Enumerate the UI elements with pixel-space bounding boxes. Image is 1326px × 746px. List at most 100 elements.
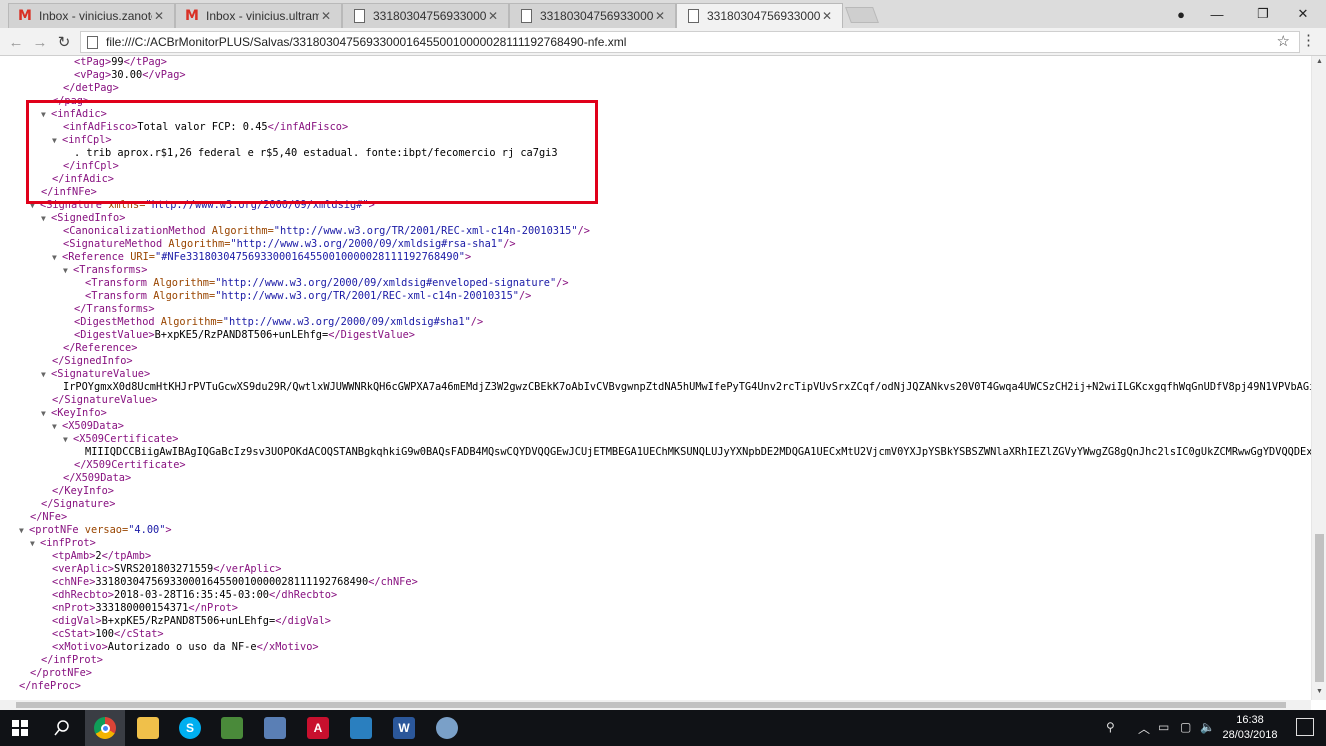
tab-gmail-zanotello[interactable]: M Inbox - vinicius.zanotello ✕ xyxy=(8,3,175,28)
collapse-triangle-icon[interactable]: ▼ xyxy=(41,212,51,225)
scroll-thumb[interactable] xyxy=(16,702,1286,708)
close-icon[interactable]: ✕ xyxy=(820,9,834,23)
xml-line: <Transform Algorithm="http://www.w3.org/… xyxy=(85,277,569,289)
xml-line: <infAdFisco>Total valor FCP: 0.45</infAd… xyxy=(63,121,349,133)
xml-line: <DigestValue>B+xpKE5/RzPAND8T506+unLEhfg… xyxy=(74,329,415,341)
page-icon xyxy=(685,8,701,24)
xml-line: </infProt> xyxy=(41,654,103,666)
taskbar-explorer[interactable] xyxy=(128,710,168,746)
close-icon[interactable]: ✕ xyxy=(319,9,333,23)
xml-line: </Signature> xyxy=(41,498,116,510)
forward-icon[interactable]: → xyxy=(30,32,50,52)
xml-line[interactable]: ▼ <Transforms> xyxy=(63,264,147,277)
xml-line: <CanonicalizationMethod Algorithm="http:… xyxy=(63,225,590,237)
chrome-icon xyxy=(94,717,116,739)
xml-line[interactable]: ▼ <infCpl> xyxy=(52,134,112,147)
xml-line: <cStat>100</cStat> xyxy=(52,628,164,640)
tab-xml-2[interactable]: 33180304756933000164 ✕ xyxy=(509,3,676,28)
xml-line: <verAplic>SVRS201803271559</verAplic> xyxy=(52,563,282,575)
taskbar-app[interactable] xyxy=(255,710,295,746)
gmail-icon: M xyxy=(185,8,199,24)
battery-icon[interactable]: ▭ xyxy=(1158,720,1169,734)
search-icon xyxy=(54,720,69,736)
page-icon xyxy=(518,8,534,24)
app-icon xyxy=(350,717,372,739)
collapse-triangle-icon[interactable]: ▼ xyxy=(30,537,40,550)
taskbar-word[interactable]: W xyxy=(384,710,424,746)
chevron-up-icon[interactable]: ︿ xyxy=(1138,720,1150,737)
taskbar-app[interactable] xyxy=(427,710,467,746)
collapse-triangle-icon[interactable]: ▼ xyxy=(41,368,51,381)
taskbar-acrobat[interactable]: A xyxy=(298,710,338,746)
collapse-triangle-icon[interactable]: ▼ xyxy=(63,264,73,277)
collapse-triangle-icon[interactable]: ▼ xyxy=(63,433,73,446)
taskbar-skype[interactable]: S xyxy=(170,710,210,746)
close-icon[interactable]: ✕ xyxy=(486,9,500,23)
windows-taskbar: S A W ⚲ ︿ ▭ ▢ 🔈 16:38 28/03/2018 xyxy=(0,710,1326,746)
minimize-button[interactable]: — xyxy=(1194,0,1240,28)
close-window-button[interactable]: ✕ xyxy=(1280,0,1326,28)
taskbar-chrome[interactable] xyxy=(85,710,125,746)
taskbar-app[interactable] xyxy=(212,710,252,746)
xml-line[interactable]: ▼ <X509Certificate> xyxy=(63,433,178,446)
xml-line: MIIIQDCCBiigAwIBAgIQGaBcIz9sv3UOPOKdACOQ… xyxy=(85,446,1311,458)
close-icon[interactable]: ✕ xyxy=(152,9,166,23)
xml-line[interactable]: ▼ <KeyInfo> xyxy=(41,407,107,420)
app-icon xyxy=(436,717,458,739)
clock-date: 28/03/2018 xyxy=(1222,729,1278,741)
xml-line: <Transform Algorithm="http://www.w3.org/… xyxy=(85,290,532,302)
app-icon xyxy=(221,717,243,739)
xml-line: <digVal>B+xpKE5/RzPAND8T506+unLEhfg=</di… xyxy=(52,615,331,627)
xml-line[interactable]: ▼ <SignatureValue> xyxy=(41,368,150,381)
collapse-triangle-icon[interactable]: ▼ xyxy=(52,134,62,147)
collapse-triangle-icon[interactable]: ▼ xyxy=(30,199,40,212)
new-tab-button[interactable] xyxy=(845,7,879,23)
xml-line: <nProt>333180000154371</nProt> xyxy=(52,602,239,614)
collapse-triangle-icon[interactable]: ▼ xyxy=(52,420,62,433)
network-icon[interactable]: ▢ xyxy=(1180,720,1191,734)
taskbar-clock[interactable]: 16:38 28/03/2018 xyxy=(1220,713,1280,743)
xml-line: </infCpl> xyxy=(63,160,119,172)
xml-line: </Transforms> xyxy=(74,303,155,315)
address-bar[interactable]: file:///C:/ACBrMonitorPLUS/Salvas/331803… xyxy=(80,31,1300,53)
taskbar-app[interactable] xyxy=(341,710,381,746)
folder-icon xyxy=(137,717,159,739)
collapse-triangle-icon[interactable]: ▼ xyxy=(52,251,62,264)
xml-line[interactable]: ▼ <infProt> xyxy=(30,537,96,550)
xml-line: IrPOYgmxX0d8UcmHtKHJrPVTuGcwXS9du29R/Qwt… xyxy=(63,381,1311,393)
scroll-down-arrow-icon[interactable]: ▼ xyxy=(1316,688,1323,695)
tab-xml-1[interactable]: 33180304756933000164 ✕ xyxy=(342,3,509,28)
collapse-triangle-icon[interactable]: ▼ xyxy=(19,524,29,537)
app-icon xyxy=(264,717,286,739)
xml-line: <chNFe>331803047569330001645500100000281… xyxy=(52,576,418,588)
vertical-scrollbar[interactable]: ▲ ▼ xyxy=(1311,56,1326,700)
xml-line[interactable]: ▼ <protNFe versao="4.00"> xyxy=(19,524,172,537)
menu-icon[interactable]: ⋮ xyxy=(1301,31,1316,49)
close-icon[interactable]: ✕ xyxy=(653,9,667,23)
xml-line[interactable]: ▼ <infAdic> xyxy=(41,108,107,121)
notification-icon[interactable] xyxy=(1296,718,1314,736)
horizontal-scrollbar[interactable] xyxy=(0,700,1311,710)
tab-gmail-ultramax[interactable]: M Inbox - vinicius.ultramax ✕ xyxy=(175,3,342,28)
xml-line[interactable]: ▼ <Reference URI="#NFe3318030475693300016… xyxy=(52,251,471,264)
skype-icon: S xyxy=(179,717,201,739)
xml-line[interactable]: ▼ <X509Data> xyxy=(52,420,124,433)
collapse-triangle-icon[interactable]: ▼ xyxy=(41,108,51,121)
xml-line: </protNFe> xyxy=(30,667,92,679)
xml-line: </pag> xyxy=(52,95,90,107)
xml-line[interactable]: ▼ <Signature xmlns="http://www.w3.org/200… xyxy=(30,199,375,212)
people-icon[interactable]: ⚲ xyxy=(1106,720,1115,734)
reload-icon[interactable]: ↻ xyxy=(54,32,74,52)
bookmark-star-icon[interactable]: ☆ xyxy=(1277,32,1290,50)
collapse-triangle-icon[interactable]: ▼ xyxy=(41,407,51,420)
back-icon[interactable]: ← xyxy=(6,32,26,52)
tab-xml-active[interactable]: 33180304756933000164 ✕ xyxy=(676,3,843,28)
scroll-up-arrow-icon[interactable]: ▲ xyxy=(1316,58,1323,65)
volume-icon[interactable]: 🔈 xyxy=(1200,720,1215,734)
start-button[interactable] xyxy=(0,710,40,746)
xml-line[interactable]: ▼ <SignedInfo> xyxy=(41,212,125,225)
scroll-thumb[interactable] xyxy=(1315,534,1324,682)
page-icon xyxy=(87,35,98,49)
xml-line: </infAdic> xyxy=(52,173,114,185)
search-button[interactable] xyxy=(42,710,82,746)
